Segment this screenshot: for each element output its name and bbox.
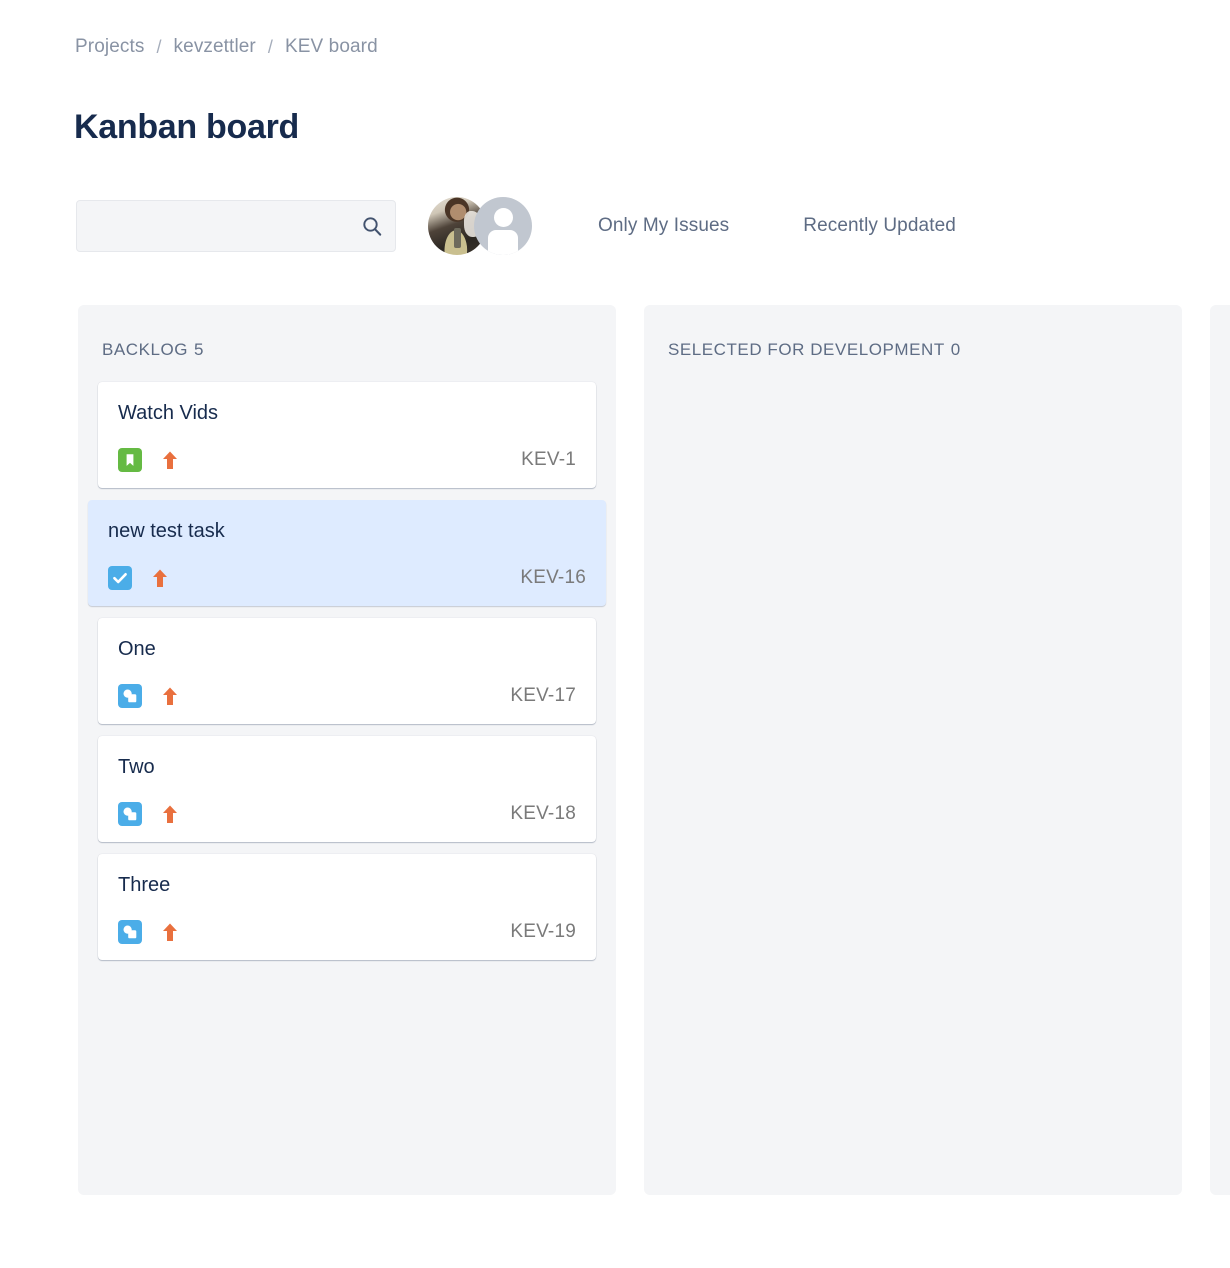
- filter-only-my-issues[interactable]: Only My Issues: [590, 209, 737, 243]
- breadcrumb-item-board[interactable]: KEV board: [285, 36, 378, 58]
- subtask-icon: [118, 920, 142, 944]
- arrow-up-icon: [150, 566, 170, 590]
- column-header-clipped: [1220, 313, 1230, 362]
- breadcrumb-item-project[interactable]: kevzettler: [174, 36, 256, 58]
- breadcrumb-separator: /: [156, 36, 162, 57]
- filter-group: Only My Issues Recently Updated: [590, 209, 964, 243]
- issue-card-footer: KEV-1: [118, 448, 576, 472]
- arrow-up-icon: [160, 448, 180, 472]
- issue-card-title: new test task: [108, 520, 225, 542]
- arrow-up-icon: [160, 920, 180, 944]
- breadcrumb-separator: /: [267, 36, 273, 57]
- issue-card-title: Two: [118, 756, 155, 778]
- issue-card-title: One: [118, 638, 156, 660]
- issue-card[interactable]: One KEV-17: [98, 618, 596, 724]
- person-head-icon: [493, 208, 513, 227]
- board-column-clipped: [1210, 305, 1230, 1195]
- task-check-icon: [108, 566, 132, 590]
- issue-key: KEV-17: [510, 685, 576, 706]
- filter-recently-updated[interactable]: Recently Updated: [795, 209, 964, 243]
- breadcrumb-item-projects[interactable]: Projects: [75, 36, 144, 58]
- column-header-selected-for-development: SELECTED FOR DEVELOPMENT 0: [654, 313, 1172, 382]
- board-column-selected-for-development: SELECTED FOR DEVELOPMENT 0: [644, 305, 1182, 1195]
- arrow-up-icon: [160, 802, 180, 826]
- column-count: 5: [194, 340, 205, 359]
- issue-card-meta: [118, 802, 180, 826]
- issue-key: KEV-19: [510, 921, 576, 942]
- column-count: 0: [950, 340, 961, 359]
- column-header-backlog: BACKLOG 5: [88, 313, 606, 382]
- kanban-board-page: Projects / kevzettler / KEV board Kanban…: [0, 0, 1230, 1268]
- subtask-icon: [118, 684, 142, 708]
- issue-key: KEV-18: [510, 803, 576, 824]
- issue-card-meta: [118, 684, 180, 708]
- issue-card-footer: KEV-16: [108, 566, 586, 590]
- issue-card-footer: KEV-17: [118, 684, 576, 708]
- issue-card-meta: [118, 448, 180, 472]
- issue-key: KEV-16: [520, 567, 586, 588]
- issue-card-footer: KEV-19: [118, 920, 576, 944]
- issue-card-title: Three: [118, 874, 171, 896]
- page-title: Kanban board: [74, 107, 299, 146]
- issue-card-meta: [118, 920, 180, 944]
- issue-card[interactable]: Two KEV-18: [98, 736, 596, 842]
- column-card-list-backlog: Watch Vids KEV-1 new test task KEV-16 On…: [88, 382, 606, 972]
- person-body-icon: [488, 230, 518, 255]
- board-column-backlog: BACKLOG 5 Watch Vids KEV-1 new test task…: [78, 305, 616, 1195]
- search-input[interactable]: [76, 200, 396, 252]
- subtask-icon: [118, 802, 142, 826]
- avatar-group: [428, 197, 532, 255]
- issue-card-selected[interactable]: new test task KEV-16: [88, 500, 606, 606]
- arrow-up-icon: [160, 684, 180, 708]
- board-columns: BACKLOG 5 Watch Vids KEV-1 new test task…: [78, 305, 1230, 1195]
- issue-key: KEV-1: [521, 449, 576, 470]
- user-avatar-placeholder[interactable]: [474, 197, 532, 255]
- issue-card[interactable]: Watch Vids KEV-1: [98, 382, 596, 488]
- search-field[interactable]: [76, 200, 396, 252]
- issue-card-footer: KEV-18: [118, 802, 576, 826]
- breadcrumb: Projects / kevzettler / KEV board: [75, 36, 378, 58]
- issue-card[interactable]: Three KEV-19: [98, 854, 596, 960]
- avatar-photo-tie: [454, 228, 461, 249]
- board-toolbar: Only My Issues Recently Updated: [76, 197, 964, 255]
- column-title: SELECTED FOR DEVELOPMENT: [668, 340, 945, 359]
- issue-card-meta: [108, 566, 170, 590]
- column-title: BACKLOG: [102, 340, 189, 359]
- issue-card-title: Watch Vids: [118, 402, 219, 424]
- story-icon: [118, 448, 142, 472]
